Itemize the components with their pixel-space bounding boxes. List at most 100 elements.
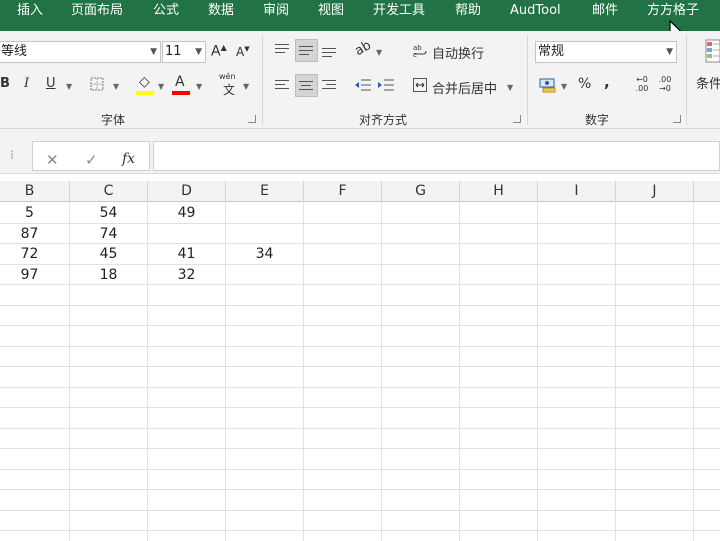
grid-cell[interactable] [538,244,616,265]
grid-cell[interactable]: 49 [148,203,226,224]
grid-cell[interactable] [460,490,538,511]
grid-cell[interactable] [226,469,304,490]
grid-cell[interactable] [382,305,460,326]
grid-cell[interactable] [460,264,538,285]
grid-cell[interactable] [616,490,694,511]
grid-cell[interactable] [148,449,226,470]
grid-cell[interactable] [538,203,616,224]
grid-cell[interactable] [382,387,460,408]
grid-cell[interactable] [616,428,694,449]
grid-cell[interactable] [460,346,538,367]
underline-button[interactable]: U [46,76,56,91]
column-header-C[interactable]: C [70,181,148,202]
grid-cell[interactable] [538,510,616,531]
grid-cell[interactable] [148,428,226,449]
grid-cell[interactable]: 45 [70,244,148,265]
font-size-dropdown[interactable]: 11 ▼ [162,41,206,63]
grid-cell[interactable] [460,285,538,306]
grid-cell[interactable] [148,531,226,541]
grid-cell[interactable] [226,223,304,244]
grid-cell[interactable]: 97 [0,264,70,285]
column-header-I[interactable]: I [538,181,616,202]
tab-audtool[interactable]: AudTool [510,0,561,24]
grid-cell[interactable] [460,387,538,408]
tab-formulas[interactable]: 公式 [153,0,179,24]
grid-cell[interactable] [382,346,460,367]
grid-cell[interactable] [304,367,382,388]
grid-cell[interactable] [304,305,382,326]
grid-cell[interactable] [0,326,70,347]
grid-cell[interactable] [148,510,226,531]
grid-cell[interactable] [460,428,538,449]
grid-cell[interactable] [460,408,538,429]
grid-cell[interactable] [616,531,694,541]
grid-cell[interactable]: 5 [0,203,70,224]
grid-cell[interactable]: 72 [0,244,70,265]
grid-cell[interactable] [0,305,70,326]
grid-cell[interactable] [70,531,148,541]
grid-cell[interactable] [382,531,460,541]
font-dialog-launcher-icon[interactable] [248,115,256,123]
grid-cell[interactable] [538,305,616,326]
grid-cell[interactable] [616,408,694,429]
chevron-down-icon[interactable]: ▼ [66,82,72,91]
grid-cell[interactable] [694,449,720,470]
tab-review[interactable]: 审阅 [263,0,289,24]
grid-cell[interactable] [616,285,694,306]
font-color-button[interactable]: A [172,73,192,95]
grid-cell[interactable] [538,285,616,306]
grid-cell[interactable] [616,326,694,347]
chevron-down-icon[interactable]: ▼ [113,82,119,91]
grid-cell[interactable] [616,449,694,470]
grid-cell[interactable] [304,244,382,265]
grid-cell[interactable]: 74 [70,223,148,244]
grid-cell[interactable] [694,408,720,429]
grid-cell[interactable] [226,408,304,429]
grid-cell[interactable] [0,285,70,306]
grid-cell[interactable] [226,510,304,531]
grid-cell[interactable] [382,469,460,490]
grid-cell[interactable] [0,449,70,470]
chevron-down-icon[interactable]: ▼ [507,83,513,92]
column-header-E[interactable]: E [226,181,304,202]
grid-cell[interactable] [70,387,148,408]
chevron-down-icon[interactable]: ▼ [243,82,249,91]
column-header-H[interactable]: H [460,181,538,202]
grid-cell[interactable] [148,408,226,429]
grid-cell[interactable] [694,326,720,347]
merge-center-button[interactable]: 合并后居中 [432,78,497,97]
grid-cell[interactable] [0,531,70,541]
grid-cell[interactable] [460,367,538,388]
grid-cell[interactable] [616,346,694,367]
grid-cell[interactable] [226,305,304,326]
grid-cell[interactable] [0,490,70,511]
grid-cell[interactable] [70,305,148,326]
grid-cell[interactable] [538,490,616,511]
grid-cell[interactable] [70,285,148,306]
alignment-dialog-launcher-icon[interactable] [513,115,521,123]
column-header-B[interactable]: B [0,181,70,202]
grid-cell[interactable] [694,265,720,285]
grid-cell[interactable] [460,244,538,265]
grid-cell[interactable] [538,367,616,388]
grid-cell[interactable] [148,346,226,367]
grid-cell[interactable] [304,223,382,244]
grid-cell[interactable] [460,531,538,541]
grid-cell[interactable] [460,223,538,244]
grid-cell[interactable] [226,449,304,470]
column-header-G[interactable]: G [382,181,460,202]
grid-cell[interactable] [148,387,226,408]
tab-data[interactable]: 数据 [208,0,234,24]
grid-cell[interactable] [382,449,460,470]
grid-cell[interactable] [694,306,720,326]
grid-cell[interactable] [694,388,720,408]
grid-cell[interactable] [460,449,538,470]
grid-cell[interactable] [304,203,382,224]
grid-cell[interactable] [226,367,304,388]
increase-decimal-button[interactable]: ←0 .00 [634,75,650,93]
grid-cell[interactable] [694,429,720,449]
grid-cell[interactable] [538,469,616,490]
column-header-J[interactable]: J [616,181,694,202]
formula-input[interactable] [153,141,720,171]
wrap-text-button[interactable]: 自动换行 [432,43,484,62]
